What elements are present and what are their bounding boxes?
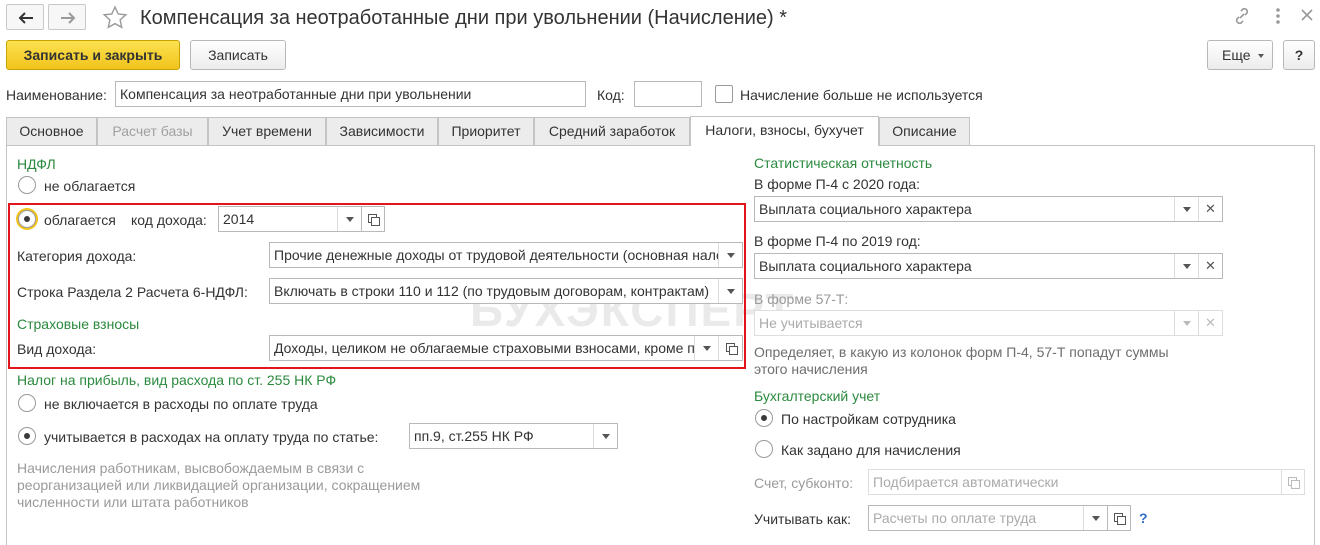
tab-priority[interactable]: Приоритет — [438, 117, 534, 145]
dropdown-icon[interactable] — [1174, 254, 1198, 278]
tab-description[interactable]: Описание — [879, 117, 970, 145]
profit-tax-section-title: Налог на прибыль, вид расхода по ст. 255… — [17, 372, 337, 388]
name-input[interactable]: Компенсация за неотработанные дни при ув… — [115, 81, 586, 107]
profit-not-included-radio[interactable] — [18, 394, 36, 412]
ndfl-not-taxed-label: не облагается — [44, 178, 136, 194]
tab-time-accounting[interactable]: Учет времени — [208, 117, 326, 145]
dropdown-icon[interactable] — [1174, 311, 1198, 335]
clear-icon[interactable]: ✕ — [1198, 311, 1222, 335]
profit-note-line3: численности или штата работников — [17, 494, 249, 510]
account-as-field[interactable]: Расчеты по оплате труда — [868, 505, 1108, 531]
arrow-left-icon — [18, 12, 33, 24]
code-input[interactable] — [634, 81, 702, 107]
profit-note-line1: Начисления работникам, высвобождаемым в … — [17, 460, 365, 476]
name-label: Наименование: — [6, 87, 107, 103]
f57-field[interactable]: Не учитывается ✕ — [754, 310, 1223, 336]
account-open-button[interactable] — [1281, 469, 1305, 495]
back-button[interactable] — [6, 4, 44, 30]
profit-note-line2: реорганизацией или ликвидацией организац… — [17, 477, 421, 493]
profit-included-radio[interactable] — [18, 427, 36, 445]
p4-2020-value: Выплата социального характера — [759, 201, 972, 217]
by-employee-label: По настройкам сотрудника — [781, 411, 956, 427]
help-button[interactable]: ? — [1283, 40, 1315, 70]
dropdown-icon[interactable] — [1083, 506, 1107, 530]
account-field[interactable]: Подбирается автоматически — [868, 469, 1282, 495]
article-field[interactable]: пп.9, ст.255 НК РФ — [409, 423, 618, 449]
save-and-close-button[interactable]: Записать и закрыть — [6, 40, 180, 70]
account-label: Счет, субконто: — [754, 475, 854, 491]
arrow-right-icon — [61, 12, 76, 24]
as-defined-radio[interactable] — [755, 440, 773, 458]
account-placeholder: Подбирается автоматически — [873, 474, 1059, 490]
profit-included-label: учитывается в расходах на оплату труда п… — [44, 429, 379, 445]
p4-2020-field[interactable]: Выплата социального характера ✕ — [754, 196, 1223, 222]
p4-2019-field[interactable]: Выплата социального характера ✕ — [754, 253, 1223, 279]
highlight-frame — [8, 203, 746, 369]
forward-button[interactable] — [48, 4, 86, 30]
clear-icon[interactable]: ✕ — [1198, 254, 1222, 278]
dropdown-icon[interactable] — [593, 424, 617, 448]
more-button-label: Еще — [1222, 47, 1251, 63]
clear-icon[interactable]: ✕ — [1198, 197, 1222, 221]
tab-base-calculation[interactable]: Расчет базы — [97, 117, 208, 145]
unused-checkbox[interactable] — [715, 85, 733, 103]
account-as-label: Учитывать как: — [754, 511, 852, 527]
tab-average-earnings[interactable]: Средний заработок — [534, 117, 690, 145]
code-label: Код: — [597, 87, 625, 103]
f57-value: Не учитывается — [759, 315, 863, 331]
more-actions-icon[interactable] — [1268, 6, 1288, 26]
save-button[interactable]: Записать — [190, 40, 286, 70]
accounting-section-title: Бухгалтерский учет — [754, 388, 881, 404]
help-icon[interactable]: ? — [1139, 510, 1148, 526]
stats-note-line2: этого начисления — [754, 361, 868, 377]
by-employee-radio[interactable] — [755, 409, 773, 427]
window-title: Компенсация за неотработанные дни при ув… — [140, 7, 788, 29]
p4-2020-label: В форме П-4 с 2020 года: — [754, 176, 921, 192]
unused-label: Начисление больше не используется — [740, 87, 983, 103]
tab-main[interactable]: Основное — [6, 117, 97, 145]
as-defined-label: Как задано для начисления — [781, 442, 961, 458]
stats-note-line1: Определяет, в какую из колонок форм П-4,… — [754, 344, 1169, 360]
f57-label: В форме 57-Т: — [754, 291, 849, 307]
account-as-open-button[interactable] — [1107, 505, 1131, 531]
open-icon — [1282, 470, 1304, 494]
stats-section-title: Статистическая отчетность — [754, 155, 933, 171]
ndfl-not-taxed-radio[interactable] — [18, 176, 36, 194]
dropdown-icon[interactable] — [1174, 197, 1198, 221]
open-icon — [1108, 506, 1130, 530]
close-icon[interactable] — [1300, 8, 1314, 22]
favorite-star-icon[interactable] — [102, 5, 128, 31]
ndfl-section-title: НДФЛ — [17, 156, 56, 172]
more-button[interactable]: Еще — [1207, 40, 1273, 70]
link-icon[interactable] — [1232, 6, 1252, 26]
p4-2019-label: В форме П-4 по 2019 год: — [754, 233, 921, 249]
account-as-placeholder: Расчеты по оплате труда — [873, 510, 1037, 526]
article-value: пп.9, ст.255 НК РФ — [414, 428, 534, 444]
tab-dependencies[interactable]: Зависимости — [326, 117, 438, 145]
chevron-down-icon — [1258, 54, 1264, 58]
tab-taxes[interactable]: Налоги, взносы, бухучет — [690, 116, 879, 146]
profit-not-included-label: не включается в расходы по оплате труда — [44, 396, 318, 412]
p4-2019-value: Выплата социального характера — [759, 258, 972, 274]
